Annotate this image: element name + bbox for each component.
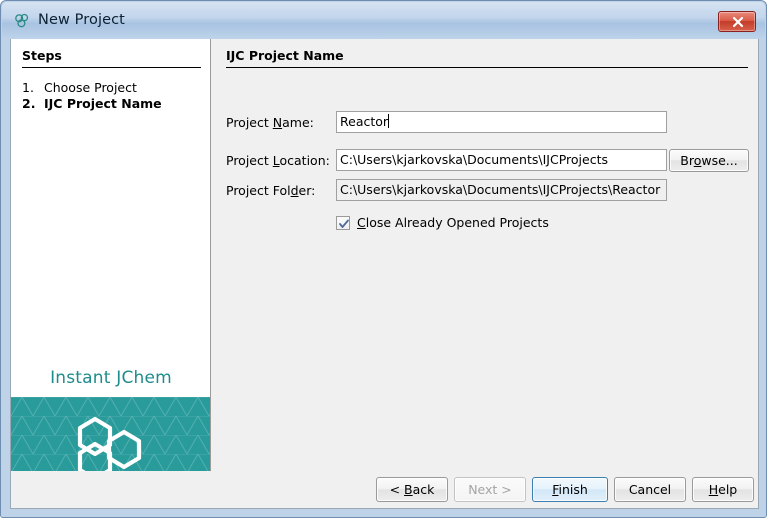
browse-button[interactable]: Browse... [669, 149, 749, 172]
project-name-label: Project Name: [226, 115, 314, 130]
molecule-icon [13, 12, 31, 30]
steps-panel: Steps 1. Choose Project 2. IJC Project Nam… [11, 39, 211, 471]
back-button[interactable]: < Back [376, 477, 448, 502]
form-panel: IJC Project Name Project Name: Reactor P… [212, 39, 758, 471]
page-title-divider [226, 67, 748, 68]
text-caret [388, 114, 390, 128]
dialog-footer: < Back Next > Finish Cancel Help [10, 471, 759, 509]
project-name-input[interactable]: Reactor [336, 111, 667, 133]
finish-button[interactable]: Finish [532, 477, 608, 502]
project-location-input[interactable]: C:\Users\kjarkovska\Documents\IJCProject… [336, 149, 667, 171]
steps-heading: Steps [22, 48, 62, 63]
project-location-label: Project Location: [226, 153, 330, 168]
brand-name: Instant JChem [50, 368, 172, 388]
check-icon [339, 219, 349, 228]
close-opened-projects-checkbox[interactable] [336, 216, 350, 230]
page-title: IJC Project Name [226, 48, 344, 63]
window-title: New Project [38, 12, 125, 28]
close-icon[interactable] [718, 11, 756, 32]
close-opened-projects-label: Close Already Opened Projects [357, 215, 549, 230]
dialog-content: Steps 1. Choose Project 2. IJC Project Nam… [10, 39, 759, 471]
next-button: Next > [454, 477, 526, 502]
project-name-value: Reactor [340, 114, 389, 129]
project-folder-input: C:\Users\kjarkovska\Documents\IJCProject… [336, 179, 667, 201]
new-project-dialog: New Project Steps 1. Choose Project 2. IJC… [0, 0, 767, 518]
steps-heading-divider [22, 67, 201, 68]
step-number: 1. [22, 80, 34, 95]
step-label: Choose Project [44, 80, 137, 95]
step-label: IJC Project Name [44, 96, 162, 111]
hexagon-cluster-logo [77, 416, 142, 471]
step-number: 2. [22, 96, 36, 111]
cancel-button[interactable]: Cancel [614, 477, 686, 502]
title-bar[interactable]: New Project [2, 2, 765, 39]
project-folder-label: Project Folder: [226, 183, 316, 198]
brand-panel [11, 397, 210, 471]
help-button[interactable]: Help [692, 477, 754, 502]
step-item-2: 2. IJC Project Name [22, 96, 162, 111]
step-item-1: 1. Choose Project [22, 80, 137, 95]
